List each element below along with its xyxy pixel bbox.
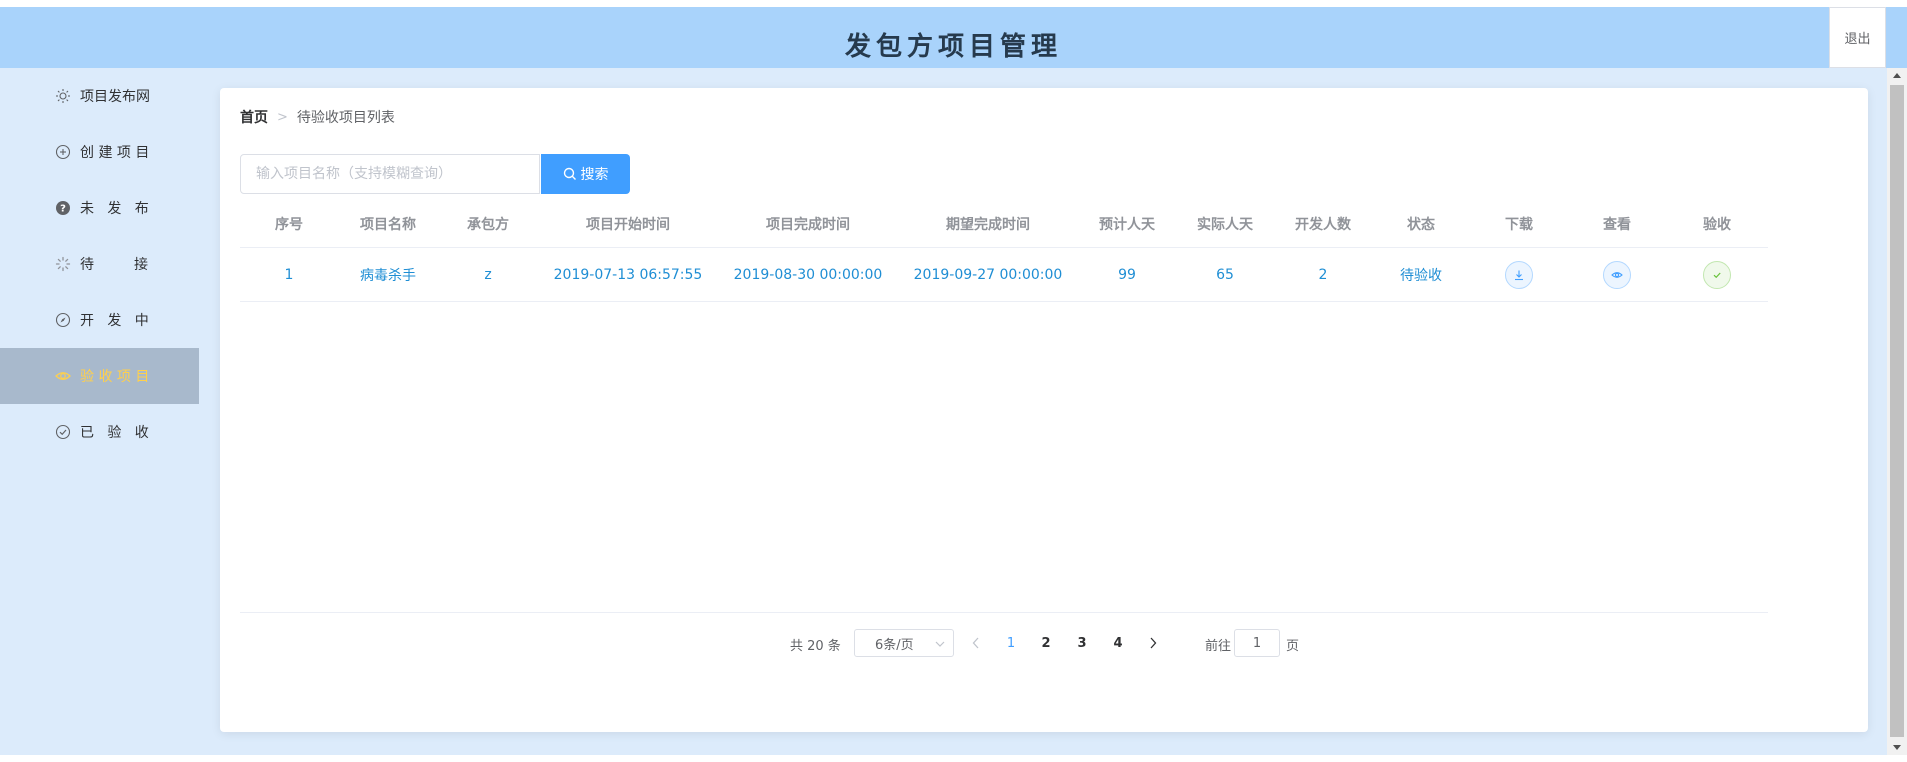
- search-button[interactable]: 搜索: [541, 154, 630, 194]
- sidebar-item-label: 创 建 项 目: [80, 145, 150, 161]
- chevron-left-icon: [972, 637, 979, 649]
- page-number[interactable]: 4: [1104, 629, 1132, 657]
- column-header: 预计人天: [1099, 216, 1155, 233]
- main-content: 首页 > 待验收项目列表 搜索 序号 项目名称 承包方 项目开始时间 项目完成时…: [199, 68, 1887, 755]
- goto-label: 前往: [1205, 639, 1232, 654]
- table-row: 1 病毒杀手 z 2019-07-13 06:57:55 2019-08-30 …: [240, 248, 1768, 302]
- vertical-scrollbar[interactable]: [1887, 68, 1907, 755]
- download-button[interactable]: [1505, 260, 1533, 289]
- chevron-right-icon: [1150, 637, 1157, 649]
- page-number[interactable]: 1: [997, 629, 1025, 657]
- chevron-down-icon: [935, 641, 945, 647]
- compass-icon: [54, 311, 72, 329]
- chevron-right-icon: >: [277, 109, 288, 125]
- column-header: 状态: [1407, 216, 1435, 233]
- cell-accept: [1666, 248, 1768, 301]
- cell-actual-days: 65: [1216, 266, 1234, 283]
- page-size-value: 6条/页: [875, 637, 914, 653]
- column-header: 开发人数: [1295, 216, 1351, 233]
- pagination: 共 20 条 6条/页 1 2 3 4 前往 页: [220, 629, 1868, 657]
- sidebar: 项目发布网 创 建 项 目 ? 未 发 布 待 接 开 发 中 验 收 项 目 …: [0, 68, 199, 755]
- sidebar-item-label: 待 接: [80, 257, 149, 273]
- sidebar-item-in-development[interactable]: 开 发 中: [0, 292, 199, 348]
- breadcrumb: 首页 > 待验收项目列表: [240, 107, 395, 127]
- accept-button[interactable]: [1703, 260, 1731, 289]
- cell-status: 待验收: [1400, 267, 1442, 284]
- sidebar-item-label: 开 发 中: [80, 313, 149, 329]
- check-icon: [1713, 272, 1721, 278]
- scroll-up-arrow-icon[interactable]: [1887, 68, 1907, 82]
- scroll-down-arrow-icon[interactable]: [1887, 741, 1907, 755]
- table-bottom-divider: [240, 612, 1768, 613]
- sidebar-item-project-site[interactable]: 项目发布网: [0, 68, 199, 124]
- sun-icon: [54, 87, 72, 105]
- check-circle-icon: [54, 423, 72, 441]
- sidebar-item-label: 已 验 收: [80, 425, 149, 441]
- app-window: 发包方项目管理 退出 项目发布网 创 建 项 目 ? 未 发 布 待 接 开 发…: [0, 7, 1907, 755]
- column-header: 承包方: [467, 216, 509, 233]
- column-header: 实际人天: [1197, 216, 1253, 233]
- loading-icon: [54, 255, 72, 273]
- breadcrumb-current: 待验收项目列表: [296, 110, 395, 126]
- cell-project-name: 病毒杀手: [360, 267, 416, 284]
- search-input[interactable]: [240, 154, 540, 194]
- cell-contractor: z: [484, 266, 492, 283]
- column-header: 验收: [1703, 216, 1731, 233]
- download-icon: [1515, 270, 1523, 280]
- page-number[interactable]: 3: [1068, 629, 1096, 657]
- page-title: 发包方项目管理: [844, 32, 1062, 62]
- logout-button[interactable]: 退出: [1829, 7, 1886, 68]
- cell-download: [1470, 248, 1568, 301]
- pagination-total: 共 20 条: [790, 639, 841, 654]
- cell-start-time: 2019-07-13 06:57:55: [553, 266, 703, 283]
- question-icon: ?: [54, 199, 72, 217]
- cell-index: 1: [284, 266, 294, 283]
- header-bar: 发包方项目管理 退出: [0, 7, 1907, 68]
- scrollbar-thumb[interactable]: [1890, 85, 1904, 737]
- project-table: 序号 项目名称 承包方 项目开始时间 项目完成时间 期望完成时间 预计人天 实际…: [240, 200, 1768, 302]
- column-header: 项目完成时间: [766, 216, 850, 233]
- cell-developer-count: 2: [1318, 266, 1328, 283]
- search-button-label: 搜索: [580, 167, 609, 183]
- svg-text:?: ?: [60, 204, 66, 215]
- prev-page-button[interactable]: [966, 633, 986, 653]
- sidebar-item-acceptance[interactable]: 验 收 项 目: [0, 348, 199, 404]
- column-header: 序号: [275, 216, 303, 233]
- column-header: 下载: [1505, 216, 1533, 233]
- cell-expected-time: 2019-09-27 00:00:00: [913, 266, 1063, 283]
- column-header: 期望完成时间: [946, 216, 1030, 233]
- column-header: 查看: [1603, 216, 1631, 233]
- goto-page-input[interactable]: [1234, 629, 1280, 657]
- sidebar-item-label: 验 收 项 目: [80, 369, 150, 385]
- breadcrumb-home[interactable]: 首页: [240, 107, 268, 127]
- column-header: 项目开始时间: [586, 216, 670, 233]
- eye-icon: [1611, 271, 1623, 278]
- column-header: 项目名称: [360, 216, 416, 233]
- view-button[interactable]: [1603, 260, 1631, 289]
- page-number[interactable]: 2: [1032, 629, 1060, 657]
- cell-finish-time: 2019-08-30 00:00:00: [733, 266, 883, 283]
- sidebar-item-label: 项目发布网: [80, 89, 150, 105]
- sidebar-item-pending[interactable]: 待 接: [0, 236, 199, 292]
- next-page-button[interactable]: [1143, 633, 1163, 653]
- table-header: 序号 项目名称 承包方 项目开始时间 项目完成时间 期望完成时间 预计人天 实际…: [240, 200, 1768, 248]
- search-icon: [563, 167, 576, 180]
- plus-circle-icon: [54, 143, 72, 161]
- sidebar-item-label: 未 发 布: [80, 201, 149, 217]
- sidebar-item-accepted[interactable]: 已 验 收: [0, 404, 199, 460]
- content-card: 首页 > 待验收项目列表 搜索 序号 项目名称 承包方 项目开始时间 项目完成时…: [220, 88, 1868, 732]
- page-size-select[interactable]: 6条/页: [854, 629, 954, 657]
- sidebar-item-create-project[interactable]: 创 建 项 目: [0, 124, 199, 180]
- cell-estimated-days: 99: [1118, 266, 1136, 283]
- eye-icon: [54, 367, 72, 385]
- cell-view: [1568, 248, 1666, 301]
- sidebar-item-unpublished[interactable]: ? 未 发 布: [0, 180, 199, 236]
- goto-unit: 页: [1286, 639, 1300, 654]
